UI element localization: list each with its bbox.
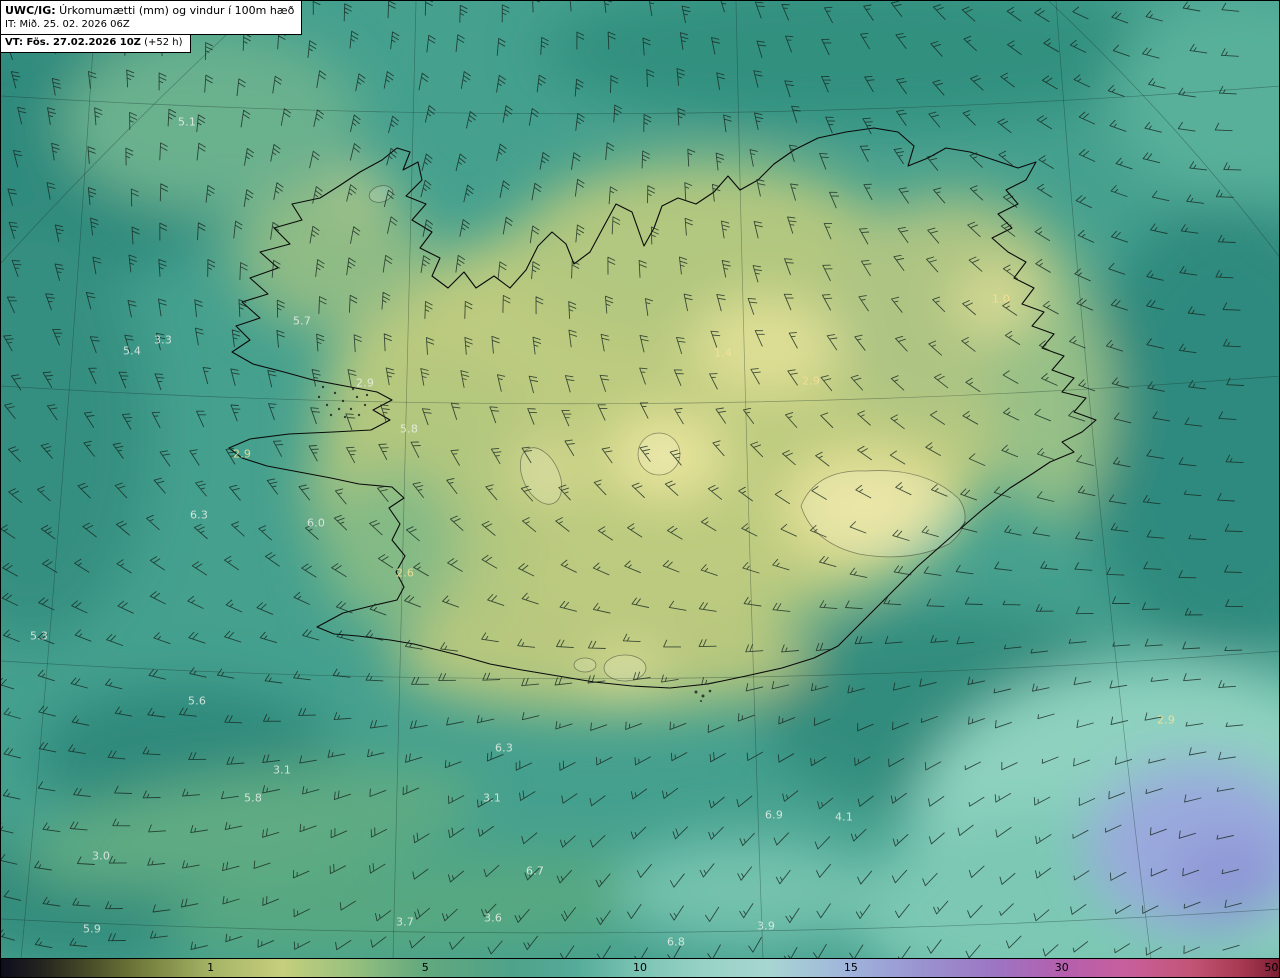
colorbar-tick-label: 1	[207, 961, 214, 974]
valid-time-box: VT: Fös. 27.02.2026 10Z (+52 h)	[0, 34, 191, 53]
product-prefix: UWC/IG:	[5, 4, 56, 17]
product-name: Úrkomumætti (mm) og vindur í 100m hæð	[56, 4, 295, 17]
precipitation-field	[1, 1, 1280, 958]
colorbar-tick-label: 30	[1055, 961, 1069, 974]
init-time: IT: Mið. 25. 02. 2026 06Z	[5, 18, 294, 31]
valid-time-offset: (+52 h)	[141, 37, 183, 48]
colorbar-tick-label: 15	[844, 961, 858, 974]
map-area: 5.15.73.35.42.91.42.91.05.82.96.36.02.65…	[0, 0, 1280, 958]
colorbar-tick-label: 5	[422, 961, 429, 974]
colorbar-tick-label: 50	[1264, 961, 1278, 974]
chart-header: UWC/IG: Úrkomumætti (mm) og vindur í 100…	[0, 0, 302, 53]
colorbar-tick-label: 10	[633, 961, 647, 974]
colorbar-ticks: 1510153050	[1, 959, 1279, 977]
weather-map: 5.15.73.35.42.91.42.91.05.82.96.36.02.65…	[0, 0, 1280, 978]
colorbar: 1510153050	[0, 958, 1280, 978]
product-title: UWC/IG: Úrkomumætti (mm) og vindur í 100…	[5, 3, 294, 18]
title-box: UWC/IG: Úrkomumætti (mm) og vindur í 100…	[0, 0, 302, 35]
valid-time: VT: Fös. 27.02.2026 10Z	[5, 37, 141, 48]
